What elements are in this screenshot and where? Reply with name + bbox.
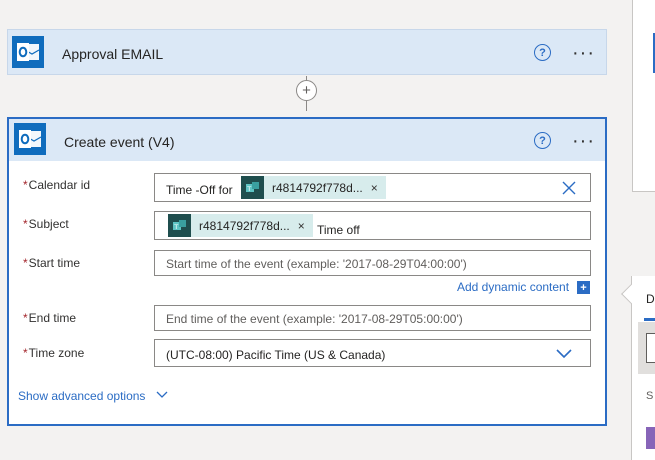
connector-line-bottom [306,101,307,111]
more-horizontal-icon[interactable]: ··· [572,131,595,151]
required-mark: * [23,311,28,325]
calendar-id-label: *Calendar id [23,178,91,192]
approval-email-card[interactable]: Approval EMAIL ? ··· [7,29,607,75]
plus-circle-icon[interactable]: + [296,80,317,101]
close-icon[interactable]: × [298,219,313,233]
more-horizontal-icon[interactable]: ··· [572,43,595,63]
start-time-label: *Start time [23,256,81,270]
close-icon[interactable] [562,181,576,195]
create-event-title: Create event (V4) [64,134,175,150]
add-dynamic-content-icon[interactable]: + [577,281,590,294]
show-advanced-options-link[interactable]: Show advanced options [18,389,145,403]
approval-card-title: Approval EMAIL [62,46,164,62]
time-zone-label: *Time zone [23,346,85,360]
outlook-icon [14,123,46,155]
help-circle-icon[interactable]: ? [534,132,551,149]
flyout-tab-underline [644,318,655,321]
calendar-id-token-label: r4814792f778d... [272,180,363,195]
svg-text:T: T [246,185,251,193]
help-circle-icon[interactable]: ? [534,44,551,61]
subject-label: *Subject [23,217,69,231]
create-event-card: Create event (V4) ? ··· *Calendar id Tim… [7,117,607,426]
teams-icon: T [241,176,264,199]
outlook-icon [12,36,44,68]
flyout-tab-dynamic[interactable]: D [646,292,655,306]
required-mark: * [23,178,28,192]
close-icon[interactable]: × [371,181,386,195]
teams-icon: T [168,214,191,237]
end-time-placeholder: End time of the event (example: '2017-08… [166,312,463,326]
flyout-item-icon[interactable] [646,427,655,449]
flyout-search-input[interactable] [646,333,655,363]
dynamic-content-flyout: D S [631,276,655,460]
start-time-input[interactable]: Start time of the event (example: '2017-… [154,250,591,276]
calendar-id-field[interactable]: Time -Off for T r4814792f778d... × [154,173,591,202]
subject-token[interactable]: T r4814792f778d... × [168,214,313,237]
flyout-section-label: S [646,390,654,402]
add-dynamic-content-link[interactable]: Add dynamic content [457,280,569,294]
subject-suffix-text: Time off [317,223,360,237]
chevron-down-icon[interactable] [156,391,168,399]
calendar-id-token[interactable]: T r4814792f778d... × [241,176,386,199]
svg-text:T: T [173,223,178,231]
side-panel [632,0,655,192]
subject-field[interactable]: T r4814792f778d... × Time off [154,211,591,240]
time-zone-select[interactable]: (UTC-08:00) Pacific Time (US & Canada) [154,339,591,367]
required-mark: * [23,346,28,360]
subject-token-label: r4814792f778d... [199,218,290,233]
end-time-label: *End time [23,311,77,325]
calendar-id-prefix-text: Time -Off for [166,183,233,197]
required-mark: * [23,256,28,270]
time-zone-value: (UTC-08:00) Pacific Time (US & Canada) [166,348,386,362]
end-time-input[interactable]: End time of the event (example: '2017-08… [154,305,591,331]
chevron-down-icon[interactable] [556,349,572,359]
required-mark: * [23,217,28,231]
create-event-header[interactable]: Create event (V4) ? ··· [9,119,605,161]
start-time-placeholder: Start time of the event (example: '2017-… [166,257,467,271]
